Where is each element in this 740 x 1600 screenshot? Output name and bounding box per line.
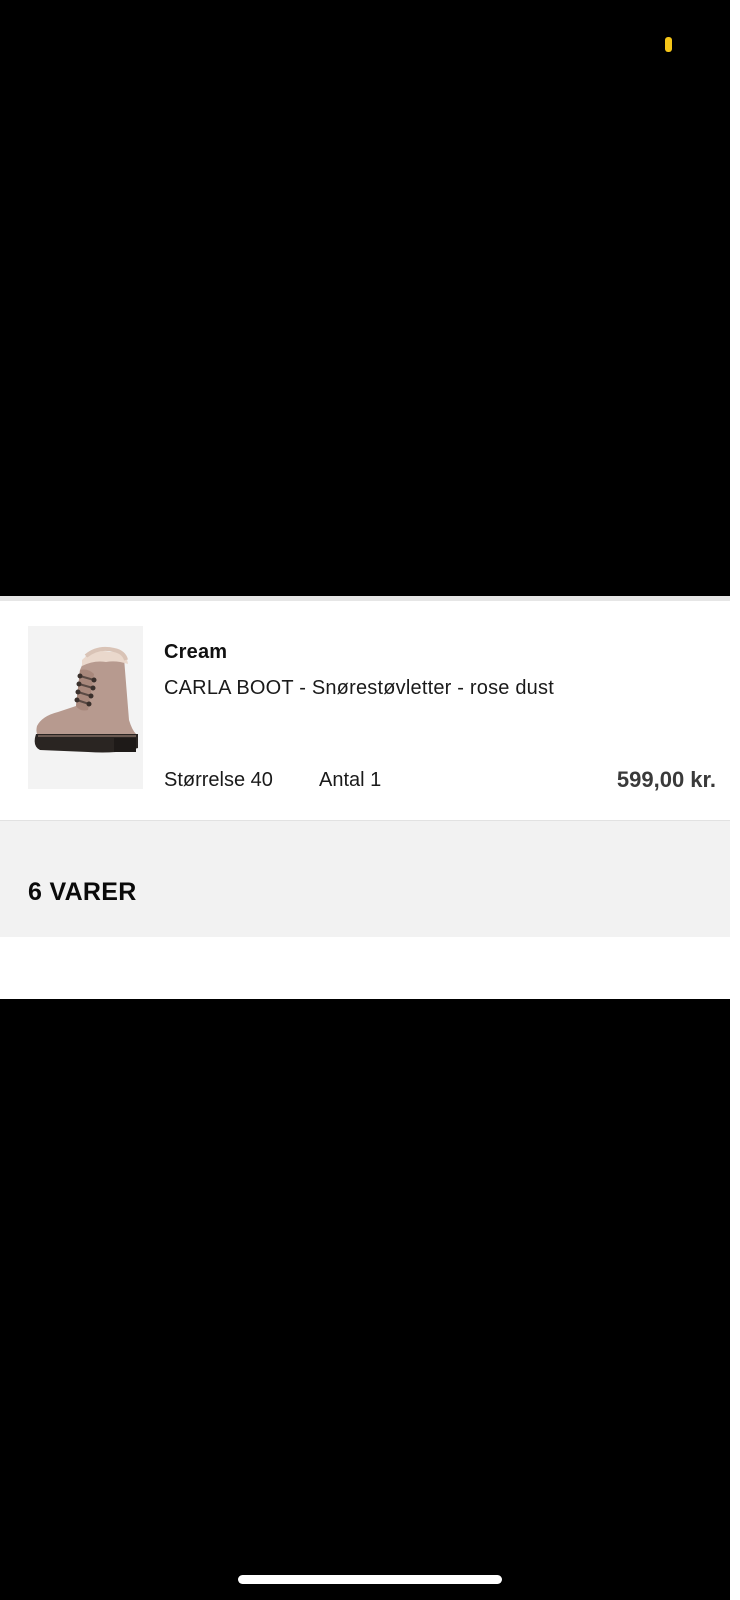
product-thumbnail[interactable] xyxy=(28,626,143,789)
product-name[interactable]: CARLA BOOT - Snørestøvletter - rose dust xyxy=(164,677,554,700)
product-brand: Cream xyxy=(164,641,228,663)
dimmed-backdrop-top[interactable] xyxy=(0,0,740,596)
cart-item-row[interactable]: Cream CARLA BOOT - Snørestøvletter - ros… xyxy=(0,601,740,820)
screen-edge xyxy=(730,0,740,1600)
boot-image-icon xyxy=(28,626,143,789)
product-quantity: Antal 1 xyxy=(319,769,382,791)
home-indicator[interactable] xyxy=(238,1575,502,1584)
screen: Cream CARLA BOOT - Snørestøvletter - ros… xyxy=(0,0,740,1600)
item-count-section: 6 VARER xyxy=(0,821,740,937)
product-size: Størrelse 40 xyxy=(164,769,273,791)
item-count-label: 6 VARER xyxy=(28,878,137,906)
recording-indicator-icon xyxy=(665,37,672,52)
product-price: 599,00 kr. xyxy=(616,767,716,792)
cart-sheet: Cream CARLA BOOT - Snørestøvletter - ros… xyxy=(0,596,740,999)
sheet-bottom-space xyxy=(0,937,740,999)
